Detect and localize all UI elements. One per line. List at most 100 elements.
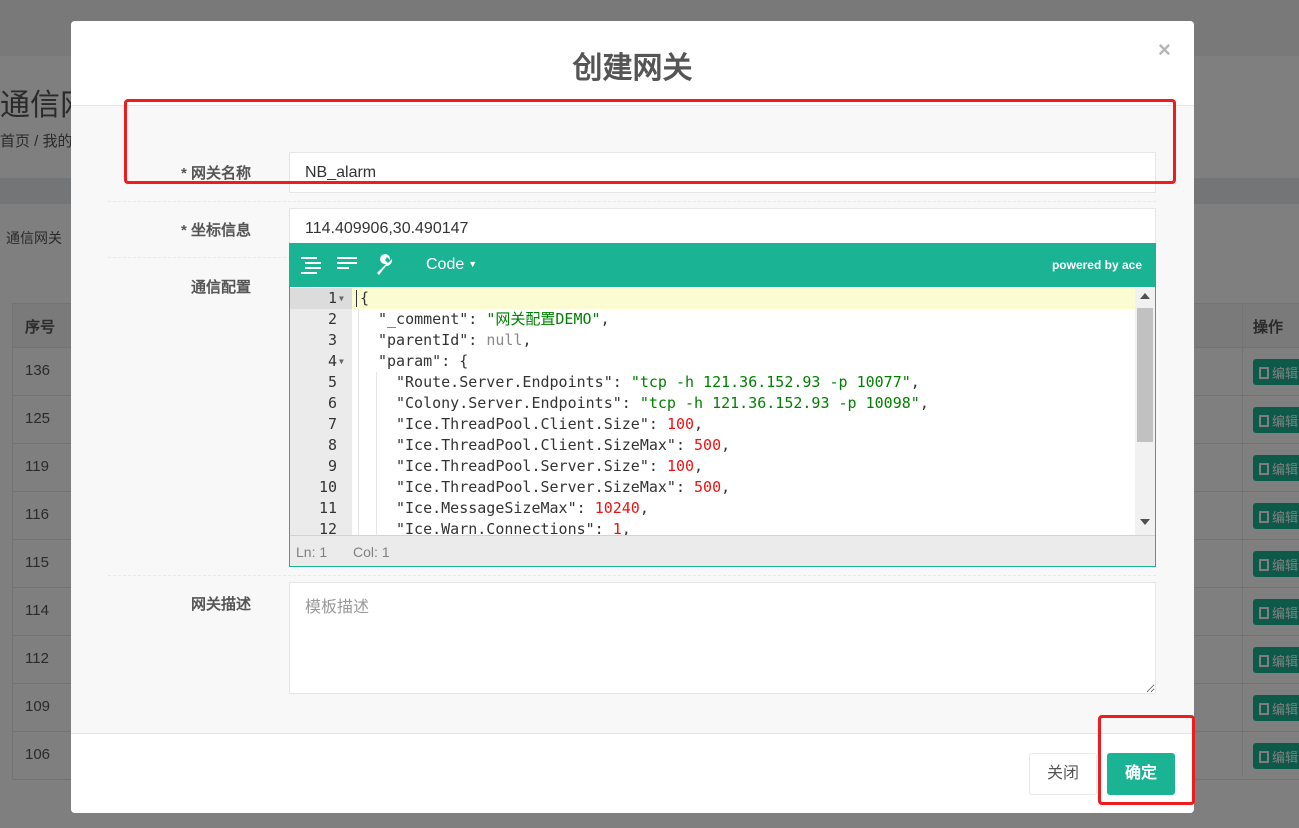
description-label: 网关描述 [190,596,251,613]
code-token: , [621,520,631,535]
code-token: , [910,373,920,391]
line-number: 6 [327,394,337,412]
fold-toggle-icon[interactable]: ▼ [339,288,344,309]
text-cursor [356,290,357,307]
status-column: Col: 1 [353,544,390,560]
indent-guide [376,519,377,535]
coordinates-label: * 坐标信息 [180,222,251,239]
code-token: , [721,436,731,454]
status-line: Ln: 1 [296,544,328,560]
code-token: , [919,394,929,412]
code-text: "Colony.Server.Endpoints": "tcp -h 121.3… [396,393,929,414]
code-line: 10 "Ice.ThreadPool.Server.SizeMax": 500, [290,477,1135,498]
code-text: "Ice.ThreadPool.Client.SizeMax": 500, [396,435,730,456]
scrollbar-thumb[interactable] [1137,308,1153,442]
description-textarea[interactable] [289,582,1156,694]
code-line: 7 "Ice.ThreadPool.Client.Size": 100, [290,414,1135,435]
indent-guide [358,435,359,456]
code-line: 9 "Ice.ThreadPool.Server.Size": 100, [290,456,1135,477]
line-number: 10 [318,478,337,496]
indent-guide [358,519,359,535]
code-area[interactable]: 1 ▼ {2 "_comment": "网关配置DEMO", 3 "parentId": … [290,288,1155,535]
mode-label: Code [426,256,465,273]
powered-by-link[interactable]: powered by ace [1052,258,1142,272]
code-line: 12 "Ice.Warn.Connections": 1, [290,519,1135,535]
editor-status-bar: Ln: 1 Col: 1 [290,535,1155,566]
indent-guide [358,498,359,519]
code-line: 11 "Ice.MessageSizeMax": 10240, [290,498,1135,519]
mode-select-button[interactable]: Code ▼ [426,256,477,274]
code-token: , [694,415,704,433]
modal-body: * 网关名称 * 坐标信息 通信配置 Code▼ powered by ace [71,106,1194,733]
code-token: "_comment": [378,310,487,328]
modal-header: 创建网关 × [71,21,1194,106]
code-token: 100 [666,415,695,433]
code-text: "Ice.Warn.Connections": 1, [396,519,631,535]
line-number: 8 [327,436,337,454]
close-icon[interactable]: × [1158,37,1171,63]
code-line: 5 "Route.Server.Endpoints": "tcp -h 121.3… [290,372,1135,393]
code-token: "Ice.ThreadPool.Client.SizeMax": [396,436,695,454]
scroll-up-icon[interactable] [1140,293,1150,299]
code-token: "Ice.ThreadPool.Client.Size": [396,415,667,433]
code-text: "Route.Server.Endpoints": "tcp -h 121.36… [396,372,920,393]
json-editor: Code ▼ powered by ace 1 ▼{2 "_comment": "网关… [289,243,1156,567]
code-token: 100 [666,457,695,475]
indent-guide [358,456,359,477]
code-text: "Ice.ThreadPool.Client.Size": 100, [396,414,703,435]
code-token: , [522,331,532,349]
code-token: "网关配置DEMO" [486,310,601,328]
line-number: 9 [327,457,337,475]
indent-guide [376,477,377,498]
close-button[interactable]: 关闭 [1029,753,1097,795]
code-token: "tcp -h 121.36.152.93 -p 10077" [630,373,911,391]
line-number: 7 [327,415,337,433]
indent-guide [376,393,377,414]
indent-guide [358,414,359,435]
code-token: , [639,499,649,517]
code-token: { [360,289,370,307]
code-token: null [486,331,523,349]
code-token: 500 [694,478,722,496]
indent-guide [376,414,377,435]
line-number: 12 [318,520,337,535]
code-line: 3 "parentId": null, [290,330,1135,351]
indent-guide [376,372,377,393]
code-token: "Ice.Warn.Connections": [396,520,613,535]
code-text: "parentId": null, [378,330,532,351]
code-token: 1 [612,520,622,535]
code-token: "parentId": [378,331,487,349]
code-text: "Ice.MessageSizeMax": 10240, [396,498,649,519]
code-line: 2 "_comment": "网关配置DEMO", [290,309,1135,330]
indent-guide [376,435,377,456]
code-token: "Ice.ThreadPool.Server.SizeMax": [396,478,695,496]
line-number: 3 [327,331,337,349]
code-token: , [721,478,731,496]
code-token: "tcp -h 121.36.152.93 -p 10098" [639,394,920,412]
code-line: 6 "Colony.Server.Endpoints": "tcp -h 121.… [290,393,1135,414]
code-text: { [360,288,369,309]
vertical-scrollbar[interactable] [1135,288,1155,535]
indent-guide [358,309,359,330]
format-icon[interactable] [300,254,324,276]
code-token: "Ice.ThreadPool.Server.Size": [396,457,667,475]
code-line: 4 ▼ "param": { [290,351,1135,372]
fold-toggle-icon[interactable]: ▼ [339,351,344,372]
code-token: "Ice.MessageSizeMax": [396,499,595,517]
form-divider [108,201,1156,202]
form-divider [108,575,1156,576]
line-number: 5 [327,373,337,391]
modal-title: 创建网关 [572,52,693,85]
code-token: "Route.Server.Endpoints": [396,373,631,391]
compact-icon[interactable] [336,254,360,276]
line-number: 11 [318,499,337,517]
indent-guide [358,372,359,393]
code-line: 1 ▼{ [290,288,1135,309]
scroll-down-icon[interactable] [1140,519,1150,525]
repair-icon[interactable] [373,254,397,276]
code-token: , [600,310,610,328]
code-text: "Ice.ThreadPool.Server.Size": 100, [396,456,703,477]
caret-down-icon: ▼ [468,259,478,269]
indent-guide [358,330,359,351]
indent-guide [376,456,377,477]
